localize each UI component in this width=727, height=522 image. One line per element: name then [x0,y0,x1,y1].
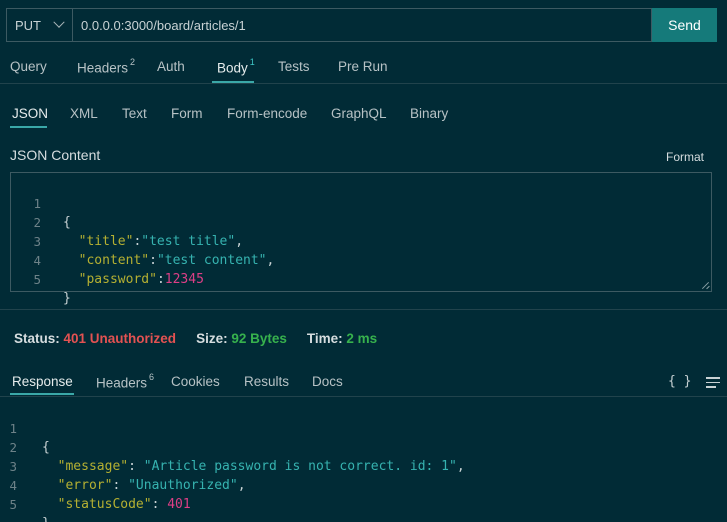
tab-response-headers[interactable]: Headers 6 [96,372,155,391]
chevron-down-icon [53,16,65,28]
body-type-binary[interactable]: Binary [410,106,448,121]
method-value: PUT [15,17,41,33]
tab-label: Auth [157,59,185,74]
code-text: "password":12345 [78,272,204,287]
body-type-form[interactable]: Form [171,106,203,121]
tab-label: Body [217,60,248,76]
editor-line: 1 { [11,175,711,230]
section-divider [0,309,727,310]
tab-label: Headers [77,60,129,76]
tab-tests[interactable]: Tests [278,59,310,74]
response-tabs-divider [0,396,727,397]
body-type-graphql[interactable]: GraphQL [331,106,387,121]
resize-grip-icon[interactable] [701,281,709,289]
tab-label: Docs [312,374,343,389]
tab-label: Response [12,374,73,389]
format-button[interactable]: Format [666,150,704,164]
tab-results[interactable]: Results [244,374,289,389]
status-label: Status: [14,331,60,346]
status-group: Status: 401 Unauthorized [14,331,176,346]
tab-auth[interactable]: Auth [157,59,185,74]
response-line: 4 "statusCode": 401 [0,457,727,512]
response-status-bar: Status: 401 Unauthorized Size: 92 Bytes … [14,331,397,346]
tab-query[interactable]: Query [10,59,47,74]
body-type-form-encode[interactable]: Form-encode [227,106,307,121]
status-value: 401 Unauthorized [63,331,177,346]
size-value: 92 Bytes [231,331,287,346]
line-number: 5 [33,272,41,287]
body-type-text[interactable]: Text [122,106,147,121]
tab-badge: 1 [249,57,255,67]
send-button[interactable]: Send [652,8,717,42]
size-label: Size: [196,331,228,346]
active-body-type-indicator [10,126,47,128]
active-tab-indicator [212,81,254,83]
body-type-xml[interactable]: XML [70,106,98,121]
editor-line: 4 "password":12345 [11,232,711,287]
tab-docs[interactable]: Docs [312,374,343,389]
tab-label: Tests [278,59,310,74]
editor-line: 3 "content":"test content", [11,213,711,268]
tab-badge: 6 [149,372,155,382]
response-line: 5 } [0,476,727,522]
method-select[interactable]: PUT [6,8,72,42]
tab-headers[interactable]: Headers 2 [77,57,136,76]
active-response-tab-indicator [10,393,74,395]
tab-body[interactable]: Body 1 [217,57,255,76]
menu-icon[interactable] [706,377,720,388]
time-label: Time: [306,331,343,346]
tab-response[interactable]: Response [12,374,73,389]
response-line: 1 { [0,400,727,455]
tab-label: Cookies [171,374,220,389]
response-line: 2 "message": "Article password is not co… [0,419,727,474]
editor-line: 2 "title":"test title", [11,194,711,249]
braces-icon[interactable]: { } [668,374,691,389]
json-content-title: JSON Content [10,147,101,163]
size-group: Size: 92 Bytes [196,331,287,346]
tab-cookies[interactable]: Cookies [171,374,220,389]
tab-label: Headers [96,375,148,391]
url-value: 0.0.0.0:3000/board/articles/1 [81,17,246,33]
tab-label: Pre Run [338,59,388,74]
tab-badge: 2 [130,57,136,67]
json-editor[interactable]: 1 { 2 "title":"test title", 3 "content":… [10,172,712,306]
url-input[interactable]: 0.0.0.0:3000/board/articles/1 [72,8,652,42]
time-group: Time: 2 ms [307,331,377,346]
code-text: "statusCode": 401 [57,497,191,512]
code-text: } [63,291,71,306]
response-body: 1 { 2 "message": "Article password is no… [0,399,727,522]
tab-label: Query [10,59,47,74]
tab-pre-run[interactable]: Pre Run [338,59,388,74]
body-type-json[interactable]: JSON [12,106,48,121]
request-tabs: Query Headers 2 Auth Body 1 Tests Pre Run [0,52,727,84]
code-text: } [42,514,50,522]
tab-label: Results [244,374,290,389]
line-number: 5 [9,497,17,512]
response-line: 3 "error": "Unauthorized", [0,438,727,493]
time-value: 2 ms [346,331,378,346]
request-bar: PUT 0.0.0.0:3000/board/articles/1 Send [6,8,717,42]
editor-line: 5 } [11,251,711,306]
